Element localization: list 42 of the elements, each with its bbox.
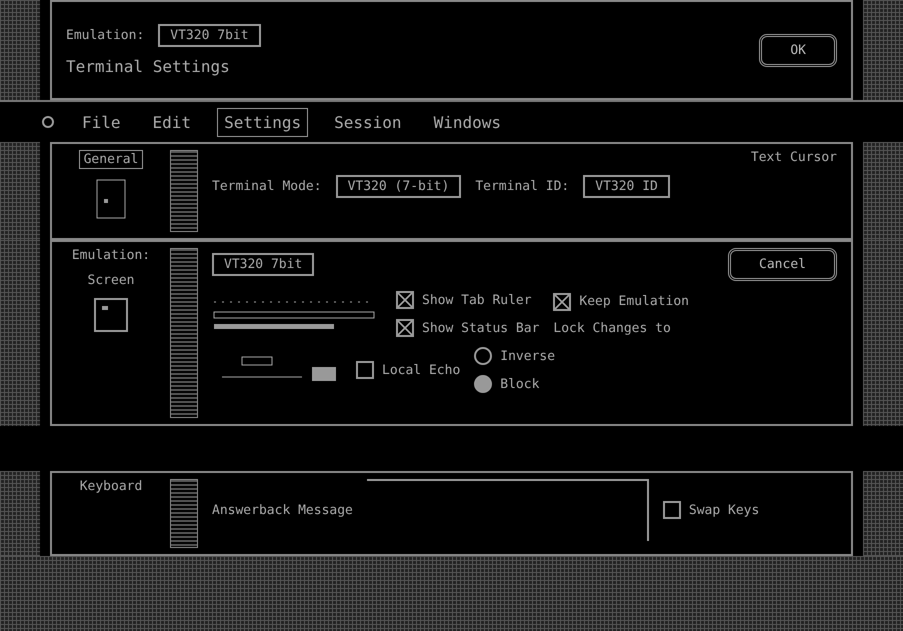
checkbox[interactable] xyxy=(396,319,414,337)
answerback-field[interactable] xyxy=(366,479,649,541)
emulation-label: Emulation: xyxy=(72,248,150,263)
lock-label: Lock Changes to xyxy=(553,320,672,336)
menu-item[interactable]: Windows xyxy=(428,108,507,136)
menu-item[interactable]: Settings xyxy=(217,108,308,136)
category-label: Screen xyxy=(88,273,134,288)
cancel-button[interactable]: Cancel xyxy=(728,248,837,281)
checkbox-label: Show Tab Ruler xyxy=(422,292,532,308)
checkbox-label: Show Status Bar xyxy=(422,320,540,336)
text-cursor-label: Text Cursor xyxy=(750,150,837,165)
document-icon xyxy=(96,179,126,219)
scrollbar[interactable] xyxy=(170,150,198,232)
ok-button[interactable]: OK xyxy=(759,34,837,66)
checkbox-label: Swap Keys xyxy=(688,502,760,518)
category-tab[interactable]: General xyxy=(78,150,144,169)
terminal-id-label: Terminal ID: xyxy=(475,179,570,194)
checkbox[interactable] xyxy=(356,361,374,379)
terminal-id-field[interactable]: VT320 ID xyxy=(583,175,670,198)
emulation-field[interactable]: VT320 7bit xyxy=(158,24,261,47)
terminal-mode-label: Terminal Mode: xyxy=(212,179,322,194)
checkbox[interactable] xyxy=(553,292,572,310)
emulation-field[interactable]: VT320 7bit xyxy=(212,253,314,276)
menu-item[interactable]: Edit xyxy=(146,108,198,136)
terminal-mode-field[interactable]: VT320 (7-bit) xyxy=(336,175,462,198)
scrollbar[interactable] xyxy=(170,248,198,418)
scrollbar[interactable] xyxy=(170,479,198,548)
category-label: Keyboard xyxy=(80,479,142,494)
checkbox-label: Local Echo xyxy=(382,362,460,378)
radio-label: Inverse xyxy=(500,348,556,364)
monitor-icon xyxy=(94,298,128,332)
menu-item[interactable]: Session xyxy=(328,108,408,136)
radio-button[interactable] xyxy=(474,347,492,365)
checkbox[interactable] xyxy=(396,291,414,309)
menu-item[interactable]: File xyxy=(76,108,127,136)
checkbox-label: Keep Emulation xyxy=(579,294,689,309)
radio-button[interactable] xyxy=(474,375,492,393)
emulation-label: Emulation: xyxy=(66,28,144,43)
answerback-label: Answerback Message xyxy=(212,502,353,518)
dialog-title: Terminal Settings xyxy=(66,57,231,76)
radio-label: Block xyxy=(500,376,540,392)
checkbox[interactable] xyxy=(662,501,681,519)
